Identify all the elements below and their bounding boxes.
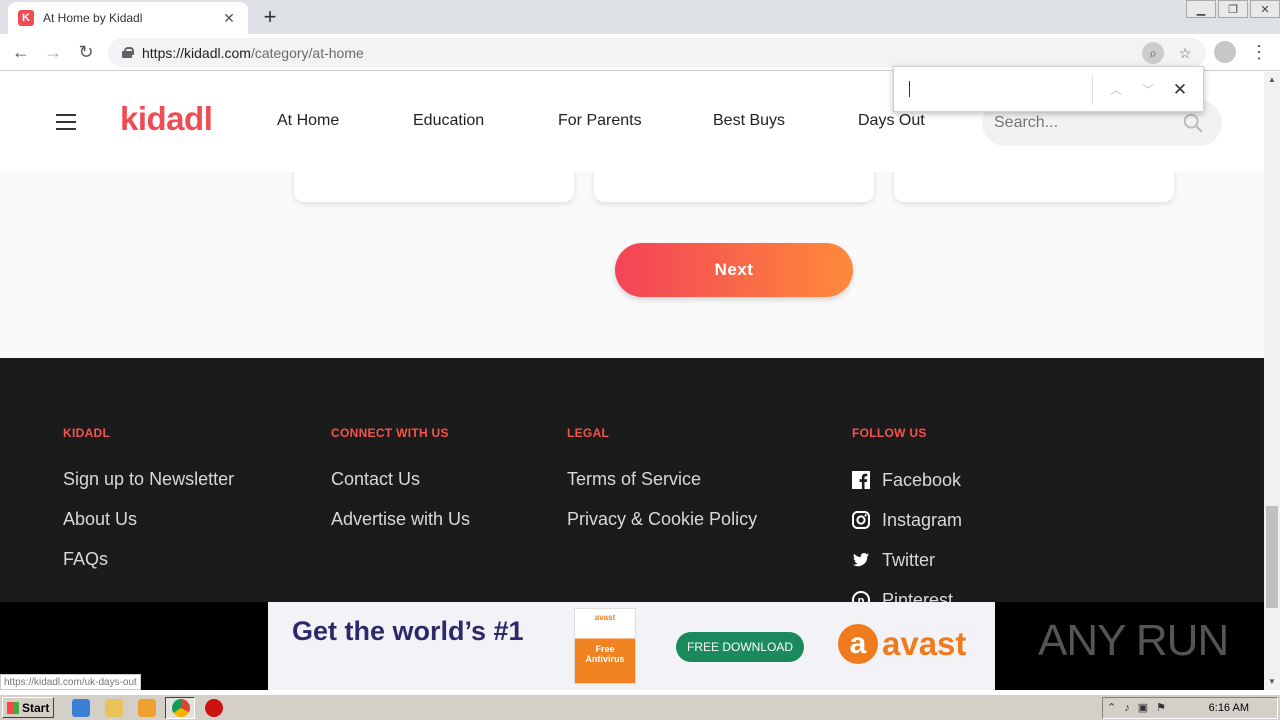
footer-link-instagram[interactable]: Instagram (852, 509, 962, 531)
footer-column-follow: FOLLOW US Facebook Instagram Twitter p P… (852, 426, 962, 602)
page-scrollbar[interactable]: ▲ ▼ (1264, 72, 1280, 690)
chrome-icon (172, 699, 190, 717)
scroll-up-icon[interactable]: ▲ (1264, 72, 1280, 88)
address-bar[interactable]: https://kidadl.com/category/at-home ⌕ ☆ (108, 38, 1206, 67)
browser-tab[interactable]: K At Home by Kidadl ✕ (8, 2, 248, 34)
pinterest-icon: p (852, 591, 870, 602)
nav-at-home[interactable]: At Home (277, 112, 339, 130)
start-button[interactable]: Start (2, 697, 54, 718)
taskbar-chrome-active[interactable] (165, 697, 195, 719)
windows-logo-icon (7, 701, 19, 714)
product-box-image: avast Free Antivirus (574, 608, 636, 684)
scroll-down-icon[interactable]: ▼ (1264, 674, 1280, 690)
media-player-icon[interactable] (138, 699, 156, 717)
ad-headline: Get the world’s #1 (292, 616, 524, 646)
footer-link-about[interactable]: About Us (63, 509, 234, 531)
browser-menu-icon[interactable]: ⋮ (1250, 39, 1268, 65)
tray-icons: ⌃♪▣⚑ (1107, 702, 1174, 714)
browser-tabbar: K At Home by Kidadl ✕ + ▁ ❐ ✕ (0, 0, 1280, 34)
nav-education[interactable]: Education (413, 112, 484, 130)
find-close-icon[interactable]: ✕ (1169, 79, 1191, 101)
box-brand: avast (594, 613, 616, 622)
anyrun-watermark: ANY RUN (1038, 616, 1229, 665)
find-next-icon[interactable]: ﹀ (1137, 79, 1159, 101)
nav-for-parents[interactable]: For Parents (558, 112, 642, 130)
tab-close-icon[interactable]: ✕ (220, 10, 238, 27)
lock-icon (122, 47, 134, 58)
find-page-icon[interactable]: ⌕ (1142, 42, 1164, 64)
ad-strip: Get the world’s #1 avast Free Antivirus … (0, 602, 1264, 690)
search-icon[interactable] (1182, 112, 1204, 134)
url-text: https://kidadl.com/category/at-home (142, 44, 364, 61)
instagram-icon (852, 511, 870, 529)
hamburger-menu-icon[interactable] (56, 114, 76, 130)
find-in-page-bar: ︿ ﹀ ✕ (893, 66, 1204, 112)
footer-link-contact[interactable]: Contact Us (331, 469, 470, 491)
footer-heading: LEGAL (567, 426, 610, 440)
forward-button[interactable]: → (40, 39, 66, 65)
ie-icon[interactable] (72, 699, 90, 717)
footer-link-facebook[interactable]: Facebook (852, 469, 962, 491)
footer-link-faqs[interactable]: FAQs (63, 549, 234, 571)
next-page-button[interactable]: Next (615, 243, 853, 297)
profile-avatar-icon[interactable] (1214, 41, 1236, 63)
footer-link-newsletter[interactable]: Sign up to Newsletter (63, 469, 234, 491)
search-input[interactable] (994, 114, 1164, 132)
footer-link-advertise[interactable]: Advertise with Us (331, 509, 470, 531)
footer-link-privacy[interactable]: Privacy & Cookie Policy (567, 509, 757, 531)
footer-heading: CONNECT WITH US (331, 426, 449, 440)
footer-column-legal: LEGAL Terms of Service Privacy & Cookie … (567, 426, 757, 549)
avast-mark-icon: a (838, 624, 878, 664)
explorer-folder-icon[interactable] (105, 699, 123, 717)
scroll-thumb[interactable] (1266, 506, 1278, 608)
avast-logo: a avast (838, 624, 966, 664)
link-status-bubble: https://kidadl.com/uk-days-out (0, 674, 141, 690)
facebook-icon (852, 471, 870, 489)
footer-column-connect: CONNECT WITH US Contact Us Advertise wit… (331, 426, 470, 549)
nav-best-buys[interactable]: Best Buys (713, 112, 785, 130)
find-previous-icon[interactable]: ︿ (1105, 79, 1127, 101)
box-product-name: Free Antivirus (585, 644, 625, 664)
window-controls: ▁ ❐ ✕ (1184, 0, 1280, 18)
os-taskbar: Start ⌃♪▣⚑ 6:16 AM (0, 694, 1280, 720)
footer-link-pinterest[interactable]: p Pinterest (852, 589, 962, 602)
nav-days-out[interactable]: Days Out (858, 112, 925, 130)
svg-text:p: p (858, 595, 865, 602)
footer-column-kidadl: KIDADL Sign up to Newsletter About Us FA… (63, 426, 234, 589)
kidadl-logo[interactable]: kidadl (120, 100, 213, 138)
footer-heading: FOLLOW US (852, 426, 927, 440)
minimize-button[interactable]: ▁ (1186, 0, 1216, 18)
site-footer: KIDADL Sign up to Newsletter About Us FA… (0, 358, 1264, 602)
window-close-button[interactable]: ✕ (1250, 0, 1280, 18)
system-tray: ⌃♪▣⚑ 6:16 AM (1102, 697, 1278, 719)
reload-button[interactable]: ↻ (73, 39, 99, 65)
tab-title: At Home by Kidadl (43, 11, 143, 25)
clock: 6:16 AM (1208, 702, 1249, 714)
opera-icon[interactable] (205, 699, 223, 717)
free-download-button[interactable]: FREE DOWNLOAD (676, 632, 804, 662)
restore-button[interactable]: ❐ (1218, 0, 1248, 18)
find-divider (1092, 75, 1093, 105)
back-button[interactable]: ← (8, 39, 34, 65)
page-viewport: kidadl At Home Education For Parents Bes… (0, 72, 1264, 602)
kidadl-favicon-icon: K (18, 10, 34, 26)
twitter-icon (853, 553, 869, 567)
find-input[interactable] (908, 79, 1078, 99)
footer-link-terms[interactable]: Terms of Service (567, 469, 757, 491)
footer-heading: KIDADL (63, 426, 111, 440)
avast-ad-banner[interactable]: Get the world’s #1 avast Free Antivirus … (268, 602, 995, 690)
footer-link-twitter[interactable]: Twitter (852, 549, 962, 571)
new-tab-button[interactable]: + (258, 5, 282, 29)
bookmark-star-icon[interactable]: ☆ (1174, 42, 1196, 64)
